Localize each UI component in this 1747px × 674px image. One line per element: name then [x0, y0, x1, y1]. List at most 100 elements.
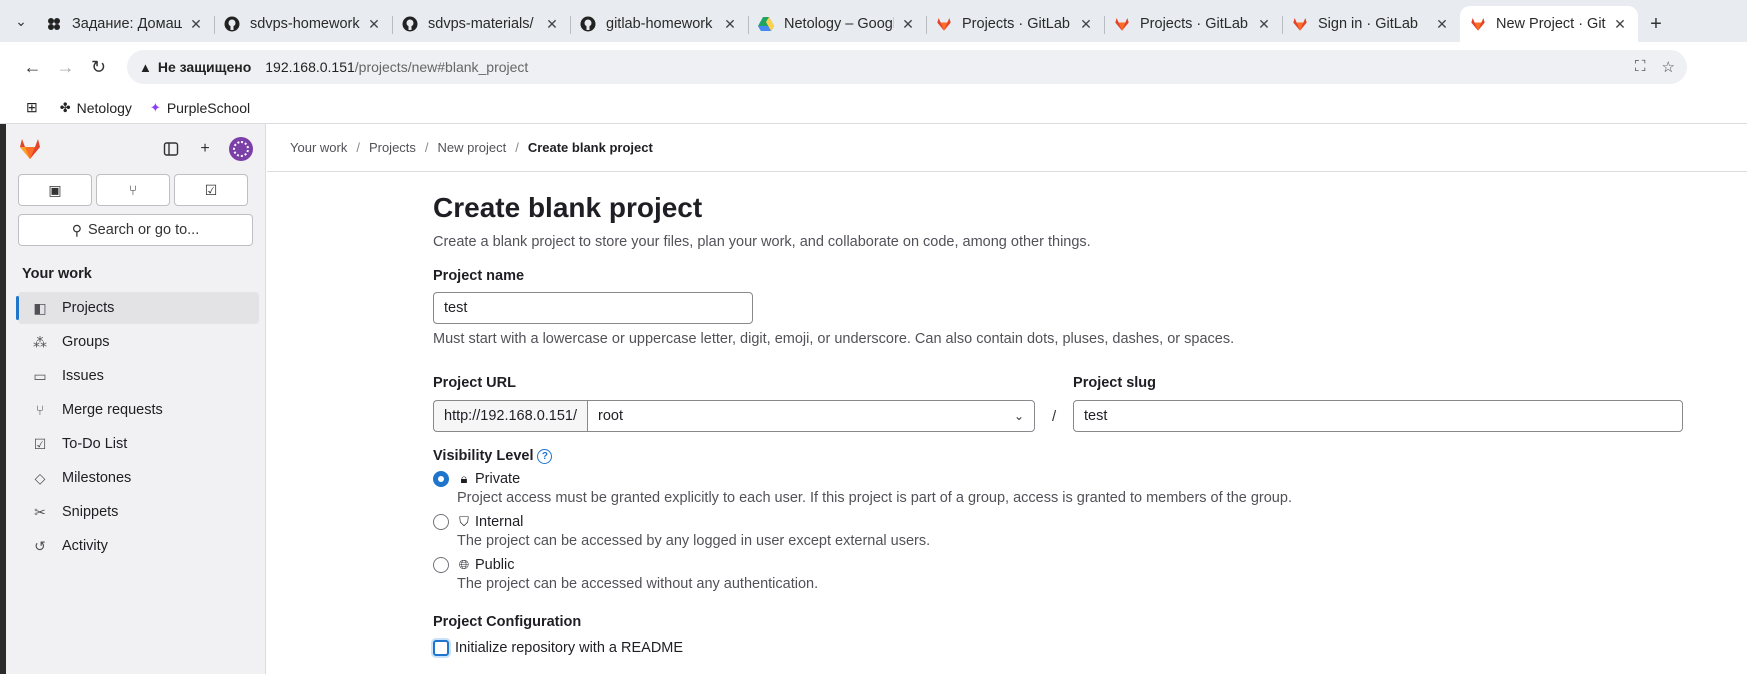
snippet-icon: ✂	[34, 503, 46, 520]
sidebar-item-label: Snippets	[62, 504, 119, 520]
sidebar-item-activity[interactable]: ↺ Activity	[18, 530, 259, 562]
gitlab-sidebar: + ▣ ⑂ ☑ ⚲ Search or go to... Your work ◧…	[6, 124, 266, 674]
browser-tab[interactable]: sdvps-homework ✕	[214, 6, 392, 42]
lock-icon: 🔒︎	[460, 471, 468, 486]
breadcrumb-your-work[interactable]: Your work	[290, 140, 347, 155]
tab-title: Projects · GitLab	[962, 16, 1070, 32]
browser-tab-active[interactable]: New Project · GitLab ✕	[1460, 6, 1638, 42]
sidebar-item-snippets[interactable]: ✂ Snippets	[18, 496, 259, 528]
close-icon[interactable]: ✕	[900, 16, 916, 33]
browser-tab[interactable]: gitlab-homework ✕	[570, 6, 748, 42]
project-slug-input[interactable]: test	[1073, 400, 1684, 432]
breadcrumb: Your work / Projects / New project / Cre…	[267, 124, 1747, 172]
sidebar-item-projects[interactable]: ◧ Projects	[16, 292, 259, 324]
sidebar-item-groups[interactable]: ⁂ Groups	[18, 326, 259, 358]
gitlab-logo-icon[interactable]	[18, 137, 42, 161]
browser-tab[interactable]: Netology – Google ✕	[748, 6, 926, 42]
readme-label: Initialize repository with a README	[455, 640, 684, 656]
tab-title: sdvps-materials/	[428, 16, 534, 32]
browser-tab[interactable]: Sign in · GitLab ✕	[1282, 6, 1460, 42]
project-name-help: Must start with a lowercase or uppercase…	[433, 331, 1235, 347]
search-button[interactable]: ⚲ Search or go to...	[18, 214, 253, 246]
readme-checkbox[interactable]	[433, 640, 449, 657]
history-icon: ↺	[34, 537, 46, 554]
close-icon[interactable]: ✕	[1612, 16, 1628, 33]
new-tab-button[interactable]: +	[1638, 6, 1674, 42]
bookmark-purpleschool[interactable]: ✦ PurpleSchool	[150, 100, 250, 116]
bookmark-netology[interactable]: ✤ Netology	[60, 100, 132, 116]
page-description: Create a blank project to store your fil…	[433, 234, 1091, 250]
browser-tab-strip: ⌄ Задание: Домашнее задание ✕ sdvps-home…	[0, 0, 1747, 42]
visibility-public-radio[interactable]	[433, 557, 449, 573]
create-new-icon[interactable]: +	[195, 139, 215, 159]
bookmark-label: Netology	[76, 99, 132, 116]
sidebar-item-label: To-Do List	[62, 436, 128, 452]
sidebar-item-label: Projects	[62, 300, 115, 316]
tab-title: gitlab-homework	[606, 16, 713, 32]
visibility-option-help: Project access must be granted explicitl…	[457, 490, 1292, 506]
help-icon[interactable]: ?	[537, 448, 553, 464]
browser-tab[interactable]: Projects · GitLab ✕	[926, 6, 1104, 42]
visibility-public-option: 🌐︎ Public The project can be accessed wi…	[433, 557, 1693, 592]
sidebar-item-todo-list[interactable]: ☑ To-Do List	[18, 428, 259, 460]
netology-icon: ✤	[59, 99, 71, 115]
close-icon[interactable]: ✕	[722, 16, 738, 33]
gitlab-icon	[1114, 16, 1130, 32]
tab-search-icon[interactable]: ⌄	[6, 0, 36, 42]
tab-title: Задание: Домашнее задание	[72, 16, 182, 32]
project-name-input[interactable]: test	[433, 292, 753, 324]
close-icon[interactable]: ✕	[188, 16, 204, 33]
sidebar-section-title: Your work	[22, 266, 92, 282]
breadcrumb-new-project[interactable]: New project	[438, 140, 507, 155]
apps-icon[interactable]: ⊞	[26, 99, 38, 116]
bookmark-star-icon[interactable]: ☆	[1662, 58, 1675, 76]
merge-request-icon: ⑂	[128, 182, 138, 198]
back-icon[interactable]: ←	[16, 51, 49, 83]
sidebar-item-milestones[interactable]: ◇ Milestones	[18, 462, 259, 494]
visibility-internal-radio[interactable]	[433, 514, 449, 530]
sidebar-item-issues[interactable]: ▭ Issues	[18, 360, 259, 392]
sidebar-header: +	[6, 124, 265, 174]
reload-icon[interactable]: ↻	[82, 51, 115, 83]
visibility-private-radio[interactable]	[433, 471, 449, 487]
url-host: 192.168.0.151	[265, 59, 355, 75]
visibility-option-help: The project can be accessed without any …	[457, 576, 819, 592]
close-icon[interactable]: ✕	[1078, 16, 1094, 33]
avatar[interactable]	[229, 137, 253, 161]
group-icon: ⁂	[33, 333, 47, 350]
visibility-option-label: Private	[475, 471, 521, 487]
breadcrumb-current[interactable]: Create blank project	[528, 140, 653, 155]
browser-tab[interactable]: Задание: Домашнее задание ✕	[36, 6, 214, 42]
sidebar-item-merge-requests[interactable]: ⑂ Merge requests	[18, 394, 259, 426]
close-icon[interactable]: ✕	[544, 16, 560, 33]
chevron-down-icon: ⌄	[1013, 409, 1025, 423]
issues-count-button[interactable]: ▣	[18, 174, 92, 206]
address-bar[interactable]: ▲ Не защищено 192.168.0.151/projects/new…	[127, 50, 1687, 84]
todo-icon: ☑	[33, 435, 47, 452]
close-icon[interactable]: ✕	[1256, 16, 1272, 33]
milestone-icon: ◇	[34, 469, 46, 486]
namespace-select[interactable]: root ⌄	[587, 400, 1036, 432]
project-slug-label: Project slug	[1073, 375, 1157, 391]
merge-requests-count-button[interactable]: ⑂	[96, 174, 170, 206]
sidebar-item-label: Milestones	[62, 470, 132, 486]
security-indicator[interactable]: ▲ Не защищено	[139, 59, 251, 75]
close-icon[interactable]: ✕	[366, 16, 382, 33]
sidebar-toggle-icon[interactable]	[161, 139, 181, 159]
project-name-label: Project name	[433, 268, 525, 284]
browser-tab[interactable]: sdvps-materials/ ✕	[392, 6, 570, 42]
forward-icon[interactable]: →	[49, 51, 82, 83]
browser-tab[interactable]: Projects · GitLab ✕	[1104, 6, 1282, 42]
project-icon: ◧	[33, 299, 47, 316]
todos-count-button[interactable]: ☑	[174, 174, 248, 206]
shield-icon: ⛉	[459, 514, 469, 529]
url-text: 192.168.0.151/projects/new#blank_project	[265, 59, 528, 75]
browser-toolbar: ← → ↻ ▲ Не защищено 192.168.0.151/projec…	[0, 42, 1747, 92]
breadcrumb-projects[interactable]: Projects	[369, 140, 416, 155]
visibility-private-option: 🔒︎ Private Project access must be grante…	[433, 471, 1693, 506]
close-icon[interactable]: ✕	[1434, 16, 1450, 33]
globe-icon: 🌐︎	[458, 557, 470, 572]
translate-icon[interactable]: ⛶	[1635, 58, 1646, 76]
gitlab-icon	[1292, 16, 1308, 32]
netology-icon	[46, 16, 62, 32]
